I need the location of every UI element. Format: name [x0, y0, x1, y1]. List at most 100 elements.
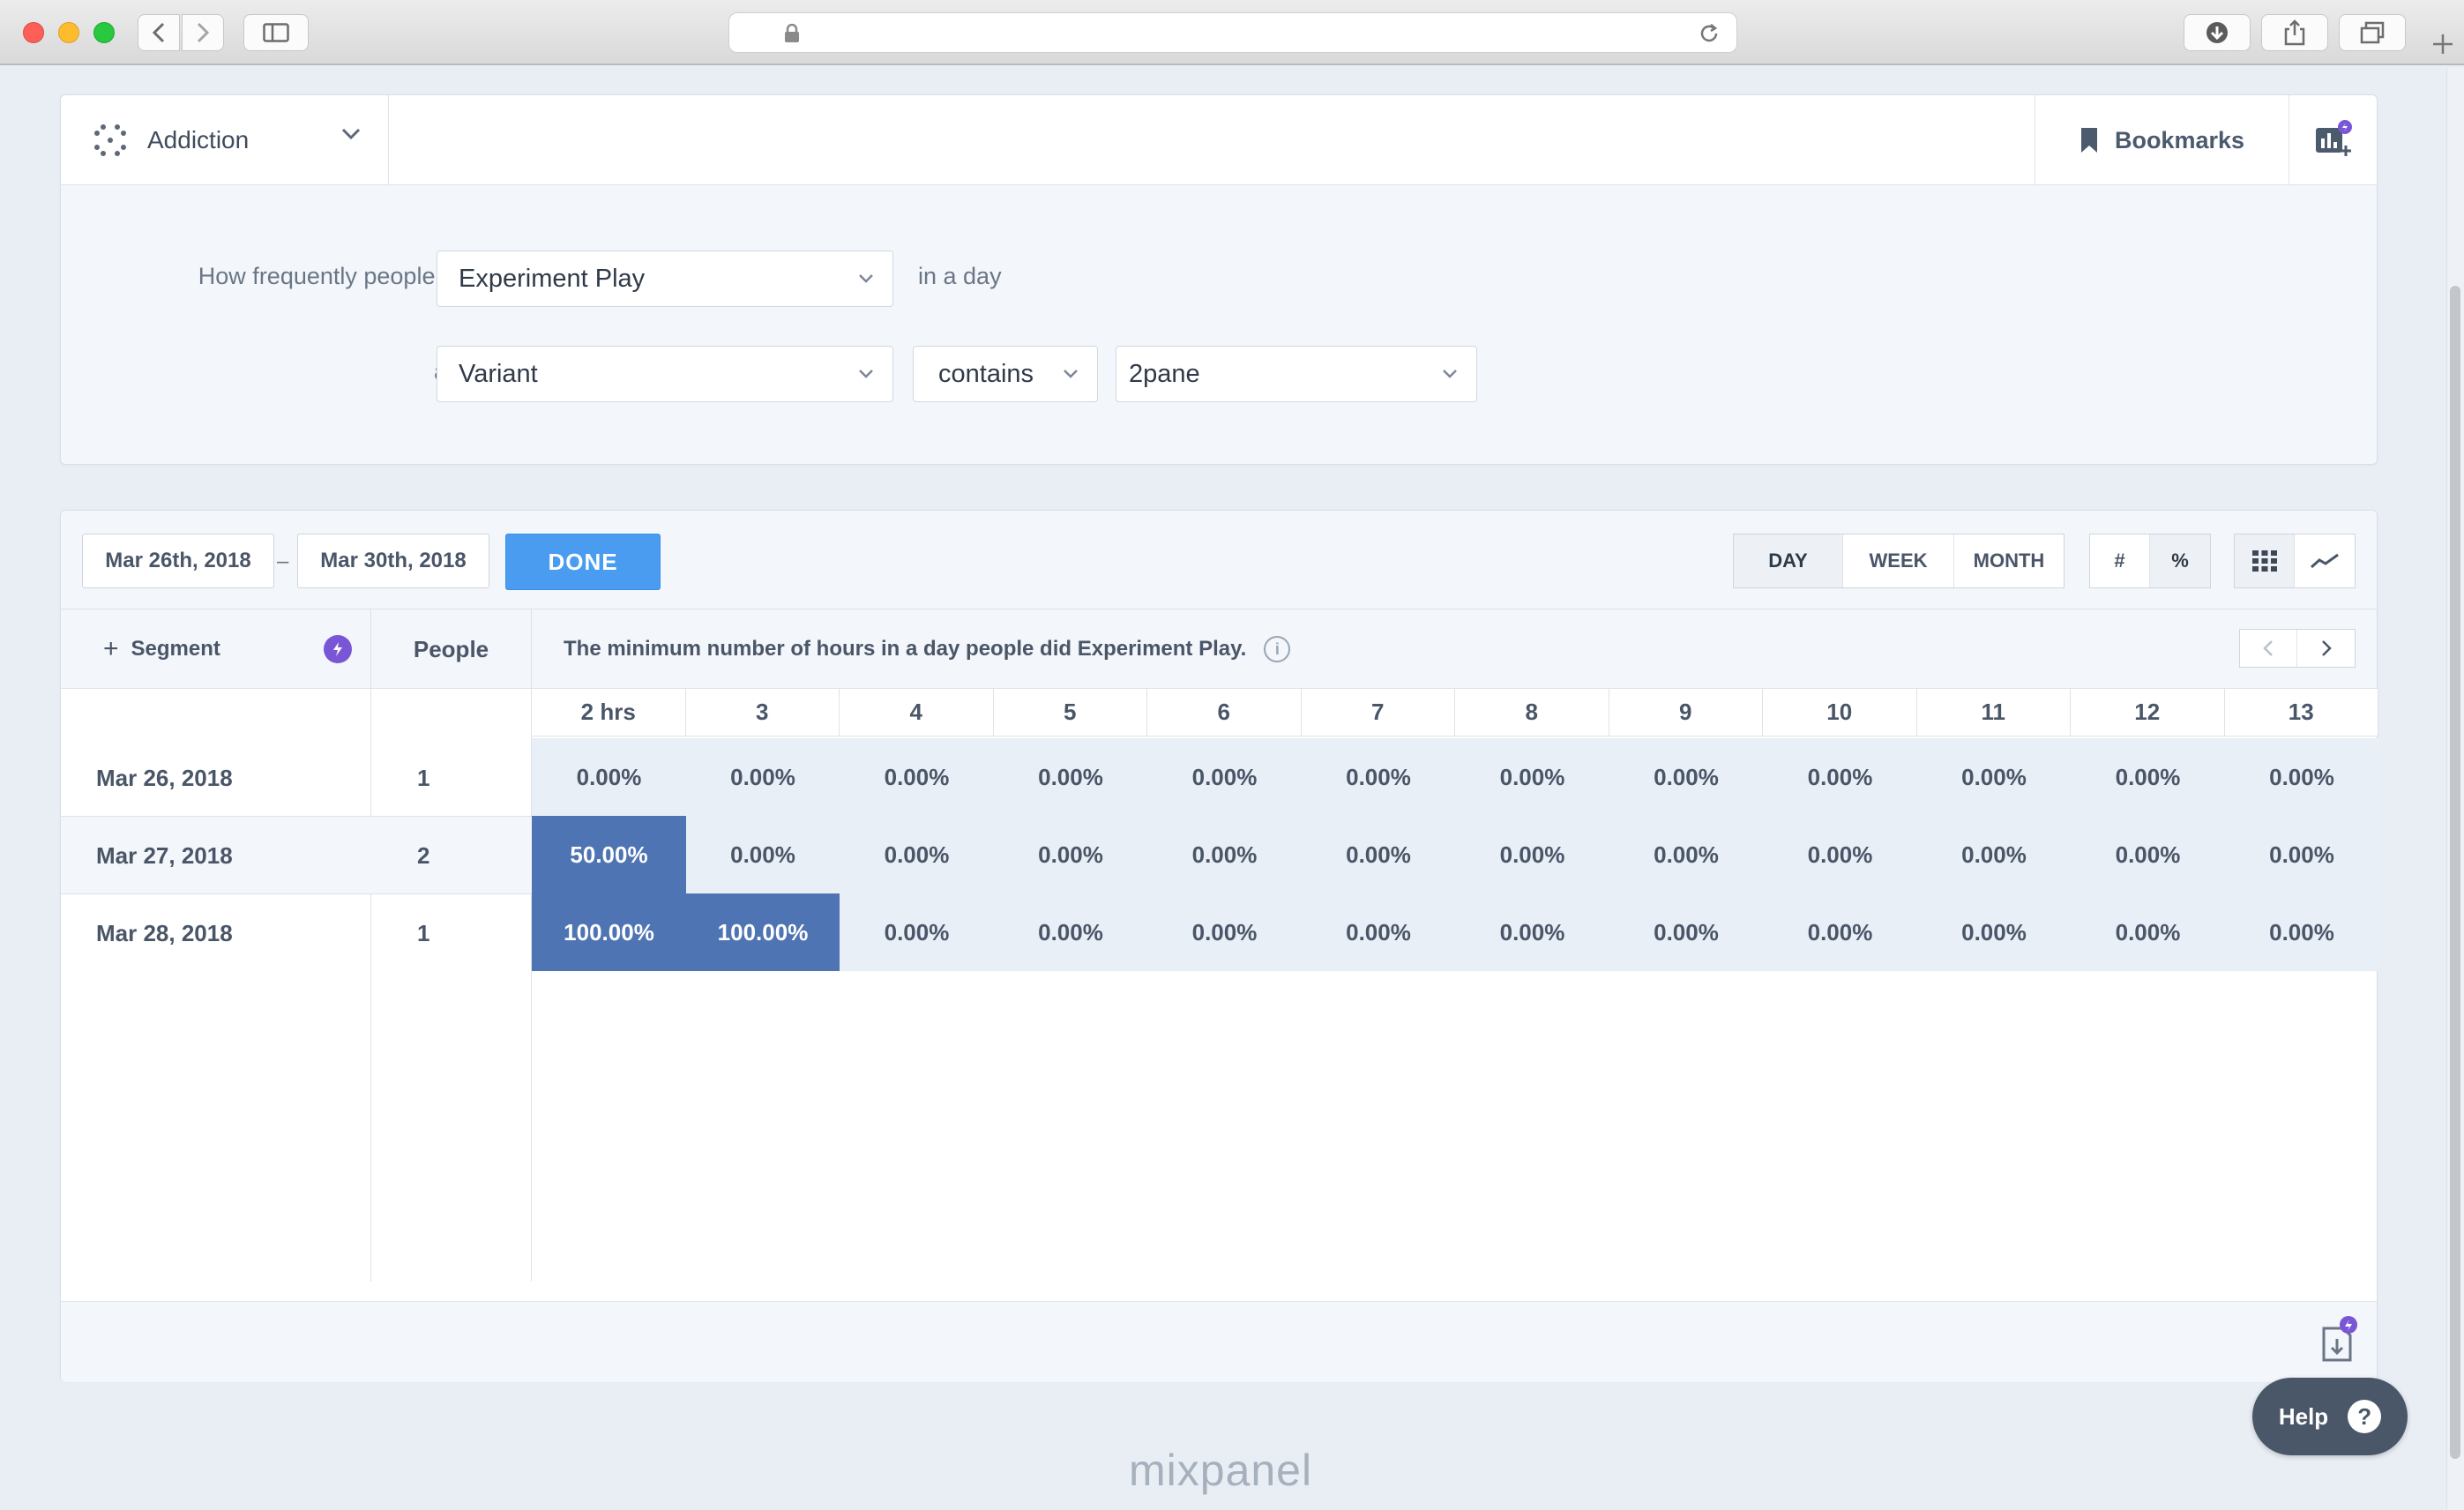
row-date-label: Mar 26, 2018 — [96, 765, 233, 791]
export-icon[interactable] — [2317, 1314, 2359, 1364]
browser-toolbar — [0, 0, 2464, 65]
grid-cell[interactable]: 0.00% — [1147, 816, 1302, 893]
bucket-header: 12 — [2071, 689, 2225, 736]
pager-next-button[interactable] — [2297, 630, 2355, 667]
bucket-header: 7 — [1301, 689, 1455, 736]
downloads-button[interactable] — [2184, 14, 2251, 51]
bucket-header: 13 — [2224, 689, 2378, 736]
grid-cell[interactable]: 0.00% — [1455, 738, 1609, 816]
bucket-header: 8 — [1455, 689, 1609, 736]
grid-cell[interactable]: 0.00% — [1301, 816, 1456, 893]
done-button[interactable]: DONE — [505, 534, 661, 590]
grid-cell[interactable]: 0.00% — [840, 816, 994, 893]
grid-cell[interactable]: 0.00% — [840, 893, 994, 971]
property-dropdown[interactable]: Variant — [437, 346, 893, 402]
granularity-day-button[interactable]: DAY — [1734, 534, 1843, 587]
add-chart-icon — [2315, 120, 2352, 156]
date-from-input[interactable]: Mar 26th, 2018 — [82, 534, 274, 588]
chevron-left-icon — [152, 22, 165, 43]
pager-prev-button[interactable] — [2240, 630, 2297, 667]
grid-cell[interactable]: 0.00% — [1301, 738, 1456, 816]
grid-cell[interactable]: 0.00% — [1147, 893, 1302, 971]
bookmarks-button[interactable]: Bookmarks — [2035, 95, 2289, 185]
grid-cell[interactable]: 0.00% — [1609, 738, 1764, 816]
operator-value: contains — [938, 359, 1034, 388]
grid-view-button[interactable] — [2235, 534, 2295, 587]
share-button[interactable] — [2261, 14, 2328, 51]
date-to-input[interactable]: Mar 30th, 2018 — [297, 534, 489, 588]
grid-cell[interactable]: 0.00% — [685, 738, 840, 816]
grid-cell[interactable]: 0.00% — [993, 893, 1148, 971]
grid-cell[interactable]: 0.00% — [1916, 893, 2072, 971]
unit-toggle: # % — [2089, 534, 2211, 588]
tabs-overview-button[interactable] — [2339, 14, 2406, 51]
grid-cell[interactable]: 0.00% — [532, 738, 686, 816]
grid-cell[interactable]: 0.00% — [993, 816, 1148, 893]
report-type-dropdown[interactable]: Addiction — [61, 95, 389, 185]
close-window-button[interactable] — [23, 22, 44, 43]
grid-cell[interactable]: 0.00% — [2224, 738, 2379, 816]
chevron-down-icon — [859, 370, 873, 378]
granularity-toggle: DAY WEEK MONTH — [1733, 534, 2065, 588]
grid-cell[interactable]: 0.00% — [1916, 816, 2072, 893]
grid-cell[interactable]: 0.00% — [1916, 738, 2072, 816]
grid-cell[interactable]: 50.00% — [532, 816, 686, 893]
property-value: Variant — [459, 359, 538, 388]
sidebar-toggle-button[interactable] — [243, 14, 309, 51]
row-divider — [61, 893, 532, 894]
grid-cell[interactable]: 0.00% — [840, 738, 994, 816]
row-people-count: 1 — [417, 920, 430, 946]
grid-cell[interactable]: 100.00% — [532, 893, 686, 971]
grid-cell[interactable]: 0.00% — [1763, 816, 1917, 893]
grid-cell[interactable]: 0.00% — [1455, 816, 1609, 893]
report-header: Addiction Bookmarks — [61, 95, 2377, 185]
info-icon[interactable]: i — [1264, 636, 1291, 662]
help-button[interactable]: Help ? — [2252, 1378, 2408, 1455]
grid-icon — [2251, 550, 2277, 572]
people-header: People — [371, 609, 532, 689]
grid-cell[interactable]: 0.00% — [1609, 816, 1764, 893]
lightning-icon[interactable] — [324, 635, 352, 663]
bookmarks-label: Bookmarks — [2114, 126, 2245, 153]
chevron-down-icon — [1064, 370, 1078, 378]
unit-number-button[interactable]: # — [2090, 534, 2150, 587]
scrollbar-thumb[interactable] — [2450, 286, 2460, 1459]
forward-button[interactable] — [182, 14, 224, 51]
grid-cell[interactable]: 0.00% — [685, 816, 840, 893]
value-dropdown[interactable]: 2pane — [1116, 346, 1477, 402]
grid-cell[interactable]: 0.00% — [1455, 893, 1609, 971]
reload-icon[interactable] — [1698, 22, 1721, 45]
grid-cell[interactable]: 0.00% — [1609, 893, 1764, 971]
back-button[interactable] — [138, 14, 180, 51]
grid-cell[interactable]: 0.00% — [2071, 738, 2225, 816]
add-to-dashboard-button[interactable] — [2289, 95, 2377, 185]
add-segment-button[interactable]: + Segment — [61, 609, 371, 689]
grid-cell[interactable]: 0.00% — [993, 738, 1148, 816]
grid-cell[interactable]: 0.00% — [1301, 893, 1456, 971]
line-view-button[interactable] — [2295, 534, 2355, 587]
grid-cell[interactable]: 0.00% — [1763, 738, 1917, 816]
plus-icon — [2433, 34, 2453, 54]
grid-cell[interactable]: 100.00% — [685, 893, 840, 971]
bucket-header: 9 — [1609, 689, 1763, 736]
grid-cell[interactable]: 0.00% — [2071, 893, 2225, 971]
grid-cell[interactable]: 0.00% — [2224, 893, 2379, 971]
event-dropdown[interactable]: Experiment Play — [437, 250, 893, 307]
granularity-month-button[interactable]: MONTH — [1954, 534, 2064, 587]
minimize-window-button[interactable] — [58, 22, 79, 43]
address-bar[interactable] — [728, 12, 1737, 53]
unit-percent-button[interactable]: % — [2150, 534, 2210, 587]
granularity-week-button[interactable]: WEEK — [1843, 534, 1954, 587]
grid-cell[interactable]: 0.00% — [2224, 816, 2379, 893]
question-icon: ? — [2348, 1400, 2382, 1433]
row-people-count: 1 — [417, 765, 430, 791]
grid-cell[interactable]: 0.00% — [2071, 816, 2225, 893]
grid-cell[interactable]: 0.00% — [1763, 893, 1917, 971]
sidebar-icon — [263, 23, 289, 42]
zoom-window-button[interactable] — [93, 22, 115, 43]
download-icon — [2206, 22, 2228, 43]
operator-dropdown[interactable]: contains — [913, 346, 1098, 402]
new-tab-button[interactable] — [2425, 26, 2460, 62]
grid-description: The minimum number of hours in a day peo… — [564, 609, 1291, 689]
grid-cell[interactable]: 0.00% — [1147, 738, 1302, 816]
